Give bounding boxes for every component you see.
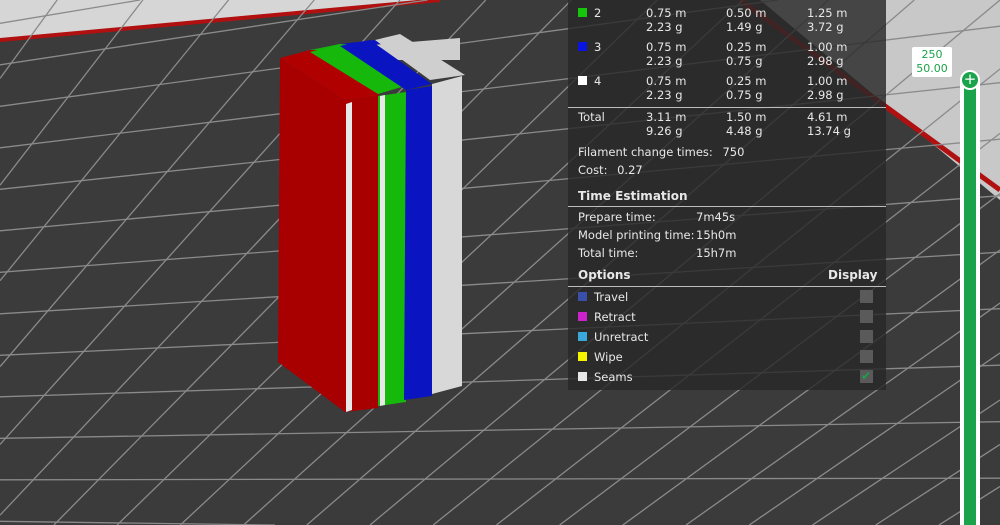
layer-slider-track bbox=[964, 82, 976, 525]
cost-label: Cost: bbox=[578, 163, 608, 177]
filament-change-value: 750 bbox=[722, 145, 745, 159]
model-time-value: 15h0m bbox=[696, 228, 737, 242]
option-label: Seams bbox=[594, 370, 633, 384]
layer-height-label: 250 50.00 bbox=[912, 47, 952, 77]
total-row: Total 3.11 m 1.50 m 4.61 m bbox=[578, 110, 878, 124]
display-checkbox[interactable] bbox=[860, 290, 873, 303]
filament-g2: 1.49 g bbox=[726, 20, 763, 34]
prepare-time-label: Prepare time: bbox=[578, 210, 656, 224]
filament-row: 4 0.75 m 0.25 m 1.00 m bbox=[578, 74, 878, 88]
display-checkbox[interactable]: ✔ bbox=[860, 369, 873, 383]
total-m2: 1.50 m bbox=[726, 110, 767, 124]
filament-id: 4 bbox=[594, 74, 602, 88]
option-color-swatch bbox=[578, 372, 587, 381]
cost-row: Cost: 0.27 bbox=[578, 163, 878, 177]
grid-line bbox=[875, 443, 1000, 525]
filament-m3: 1.00 m bbox=[807, 40, 848, 54]
filament-g1: 2.23 g bbox=[646, 88, 683, 102]
filament-change-row: Filament change times: 750 bbox=[578, 145, 878, 159]
filament-g1: 2.23 g bbox=[646, 54, 683, 68]
grid-line bbox=[0, 520, 276, 525]
filament-m2: 0.25 m bbox=[726, 40, 767, 54]
total-g3: 13.74 g bbox=[807, 124, 851, 138]
layer-slider-handle-plus-icon[interactable]: + bbox=[960, 70, 980, 90]
filament-m3: 1.25 m bbox=[807, 6, 848, 20]
total-time-row: Total time: 15h7m bbox=[578, 246, 878, 260]
model-time-row: Model printing time: 15h0m bbox=[578, 228, 878, 242]
filament-color-swatch bbox=[578, 8, 587, 17]
option-label: Travel bbox=[594, 290, 629, 304]
option-label: Wipe bbox=[594, 350, 623, 364]
option-color-swatch bbox=[578, 312, 587, 321]
cost-value: 0.27 bbox=[617, 163, 643, 177]
filament-color-swatch bbox=[578, 76, 587, 85]
check-icon: ✔ bbox=[861, 369, 872, 383]
option-color-swatch bbox=[578, 332, 587, 341]
filament-g1: 2.23 g bbox=[646, 20, 683, 34]
option-unretract[interactable]: Unretract bbox=[578, 330, 878, 344]
filament-m1: 0.75 m bbox=[646, 40, 687, 54]
option-color-swatch bbox=[578, 352, 587, 361]
option-seams[interactable]: Seams ✔ bbox=[578, 369, 878, 384]
display-checkbox[interactable] bbox=[860, 330, 873, 343]
filament-weight-row: 2.23 g 0.75 g 2.98 g bbox=[578, 54, 878, 68]
prepare-time-value: 7m45s bbox=[696, 210, 736, 224]
option-retract[interactable]: Retract bbox=[578, 310, 878, 324]
total-time-value: 15h7m bbox=[696, 246, 737, 260]
filament-id: 3 bbox=[594, 40, 602, 54]
option-color-swatch bbox=[578, 292, 587, 301]
option-label: Unretract bbox=[594, 330, 649, 344]
display-heading: Display bbox=[828, 268, 878, 282]
filament-weight-row: 2.23 g 0.75 g 2.98 g bbox=[578, 88, 878, 102]
divider bbox=[568, 286, 886, 287]
gcode-legend-panel: 2 0.75 m 0.50 m 1.25 m 2.23 g 1.49 g 3.7… bbox=[568, 0, 886, 390]
filament-m3: 1.00 m bbox=[807, 74, 848, 88]
filament-g3: 2.98 g bbox=[807, 54, 844, 68]
total-m3: 4.61 m bbox=[807, 110, 848, 124]
filament-m2: 0.25 m bbox=[726, 74, 767, 88]
filament-m1: 0.75 m bbox=[646, 74, 687, 88]
filament-m1: 0.75 m bbox=[646, 6, 687, 20]
option-travel[interactable]: Travel bbox=[578, 290, 878, 304]
layer-number: 250 bbox=[921, 48, 943, 61]
total-m1: 3.11 m bbox=[646, 110, 687, 124]
prepare-time-row: Prepare time: 7m45s bbox=[578, 210, 878, 224]
filament-row: 2 0.75 m 0.50 m 1.25 m bbox=[578, 6, 878, 20]
printed-model bbox=[278, 34, 465, 412]
option-wipe[interactable]: Wipe bbox=[578, 350, 878, 364]
grid-line bbox=[0, 0, 315, 368]
options-heading: Options bbox=[578, 268, 631, 282]
time-estimation-heading: Time Estimation bbox=[578, 189, 688, 203]
filament-row: 3 0.75 m 0.25 m 1.00 m bbox=[578, 40, 878, 54]
total-time-label: Total time: bbox=[578, 246, 639, 260]
display-checkbox[interactable] bbox=[860, 350, 873, 363]
filament-weight-row: 2.23 g 1.49 g 3.72 g bbox=[578, 20, 878, 34]
options-header: Options Display bbox=[578, 268, 878, 282]
filament-m2: 0.50 m bbox=[726, 6, 767, 20]
filament-id: 2 bbox=[594, 6, 602, 20]
layer-slider[interactable]: + bbox=[960, 70, 980, 525]
filament-g3: 3.72 g bbox=[807, 20, 844, 34]
total-g2: 4.48 g bbox=[726, 124, 763, 138]
filament-g3: 2.98 g bbox=[807, 88, 844, 102]
filament-change-label: Filament change times: bbox=[578, 145, 713, 159]
total-weight-row: 9.26 g 4.48 g 13.74 g bbox=[578, 124, 878, 138]
filament-g2: 0.75 g bbox=[726, 88, 763, 102]
total-g1: 9.26 g bbox=[646, 124, 683, 138]
option-label: Retract bbox=[594, 310, 636, 324]
filament-g2: 0.75 g bbox=[726, 54, 763, 68]
grid-line bbox=[0, 477, 1000, 481]
divider bbox=[568, 206, 886, 207]
model-time-label: Model printing time: bbox=[578, 228, 695, 242]
display-checkbox[interactable] bbox=[860, 310, 873, 323]
grid-line bbox=[0, 421, 1000, 439]
divider bbox=[568, 107, 886, 108]
layer-height: 50.00 bbox=[916, 62, 948, 75]
filament-color-swatch bbox=[578, 42, 587, 51]
total-label: Total bbox=[578, 110, 605, 124]
